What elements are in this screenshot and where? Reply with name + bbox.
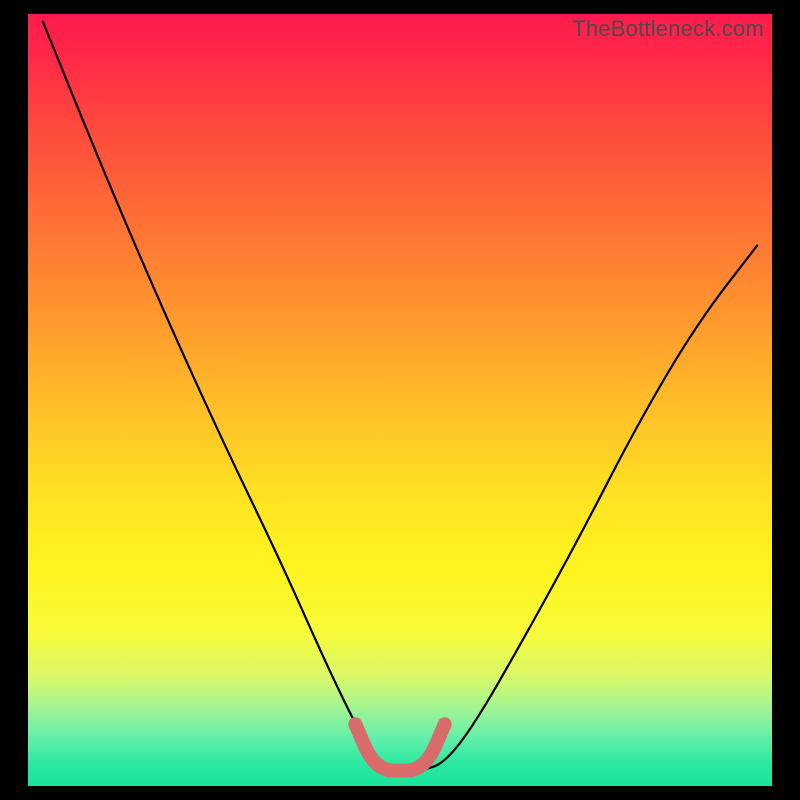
chart-svg bbox=[28, 14, 772, 786]
bottleneck-curve bbox=[43, 22, 757, 771]
plot-area: TheBottleneck.com bbox=[28, 14, 772, 786]
chart-frame: TheBottleneck.com bbox=[0, 0, 800, 800]
optimal-band bbox=[355, 724, 444, 770]
